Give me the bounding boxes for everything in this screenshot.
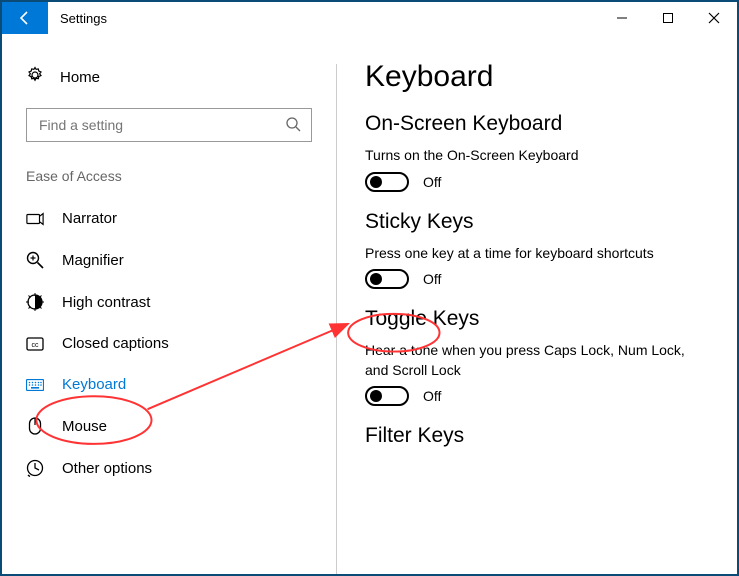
toggle-state-label: Off xyxy=(423,388,441,404)
sidebar-home[interactable]: Home xyxy=(2,58,336,96)
search-icon xyxy=(285,116,301,135)
section-heading-togglekeys: Toggle Keys xyxy=(365,307,709,331)
toggle-sticky-keys[interactable]: Off xyxy=(365,269,709,289)
page-title: Keyboard xyxy=(365,60,709,94)
other-options-icon xyxy=(26,459,44,477)
sidebar: Home Ease of Access Narrator xyxy=(2,34,336,574)
toggle-switch[interactable] xyxy=(365,172,409,192)
sidebar-item-otheroptions[interactable]: Other options xyxy=(2,447,336,489)
toggle-state-label: Off xyxy=(423,174,441,190)
close-button[interactable] xyxy=(691,2,737,34)
search-wrap xyxy=(2,96,336,162)
window-body: Home Ease of Access Narrator xyxy=(2,34,737,574)
sidebar-item-label: High contrast xyxy=(62,294,150,311)
closed-captions-icon: cc xyxy=(26,337,44,351)
sidebar-item-label: Mouse xyxy=(62,418,107,435)
sidebar-item-closedcaptions[interactable]: cc Closed captions xyxy=(2,323,336,364)
section-desc-onscreen: Turns on the On-Screen Keyboard xyxy=(365,146,709,166)
sidebar-item-label: Closed captions xyxy=(62,335,169,352)
section-heading-sticky: Sticky Keys xyxy=(365,210,709,234)
window-title: Settings xyxy=(48,2,599,34)
sidebar-section-label: Ease of Access xyxy=(2,162,336,198)
gear-icon xyxy=(26,66,44,88)
sidebar-item-label: Narrator xyxy=(62,210,117,227)
contrast-icon xyxy=(26,293,44,311)
toggle-switch[interactable] xyxy=(365,269,409,289)
sidebar-item-mouse[interactable]: Mouse xyxy=(2,405,336,447)
back-button[interactable] xyxy=(2,2,48,34)
toggle-state-label: Off xyxy=(423,271,441,287)
titlebar: Settings xyxy=(2,2,737,34)
toggle-switch[interactable] xyxy=(365,386,409,406)
sidebar-item-keyboard[interactable]: Keyboard xyxy=(2,364,336,405)
section-heading-filterkeys: Filter Keys xyxy=(365,424,709,448)
sidebar-item-magnifier[interactable]: Magnifier xyxy=(2,239,336,281)
sidebar-item-narrator[interactable]: Narrator xyxy=(2,198,336,239)
section-desc-sticky: Press one key at a time for keyboard sho… xyxy=(365,244,709,264)
toggle-onscreen-keyboard[interactable]: Off xyxy=(365,172,709,192)
settings-window: Settings Home xyxy=(2,2,737,574)
sidebar-item-label: Other options xyxy=(62,460,152,477)
section-desc-togglekeys: Hear a tone when you press Caps Lock, Nu… xyxy=(365,341,709,380)
svg-text:cc: cc xyxy=(32,342,40,349)
maximize-button[interactable] xyxy=(645,2,691,34)
keyboard-icon xyxy=(26,379,44,391)
content-pane: Keyboard On-Screen Keyboard Turns on the… xyxy=(337,34,737,574)
toggle-toggle-keys[interactable]: Off xyxy=(365,386,709,406)
sidebar-item-label: Magnifier xyxy=(62,252,124,269)
search-input[interactable] xyxy=(26,108,312,142)
sidebar-item-label: Keyboard xyxy=(62,376,126,393)
magnifier-icon xyxy=(26,251,44,269)
minimize-button[interactable] xyxy=(599,2,645,34)
narrator-icon xyxy=(26,211,44,227)
mouse-icon xyxy=(26,417,44,435)
search-field[interactable] xyxy=(37,116,285,134)
section-heading-onscreen: On-Screen Keyboard xyxy=(365,112,709,136)
window-controls xyxy=(599,2,737,34)
sidebar-item-highcontrast[interactable]: High contrast xyxy=(2,281,336,323)
sidebar-home-label: Home xyxy=(60,69,100,86)
